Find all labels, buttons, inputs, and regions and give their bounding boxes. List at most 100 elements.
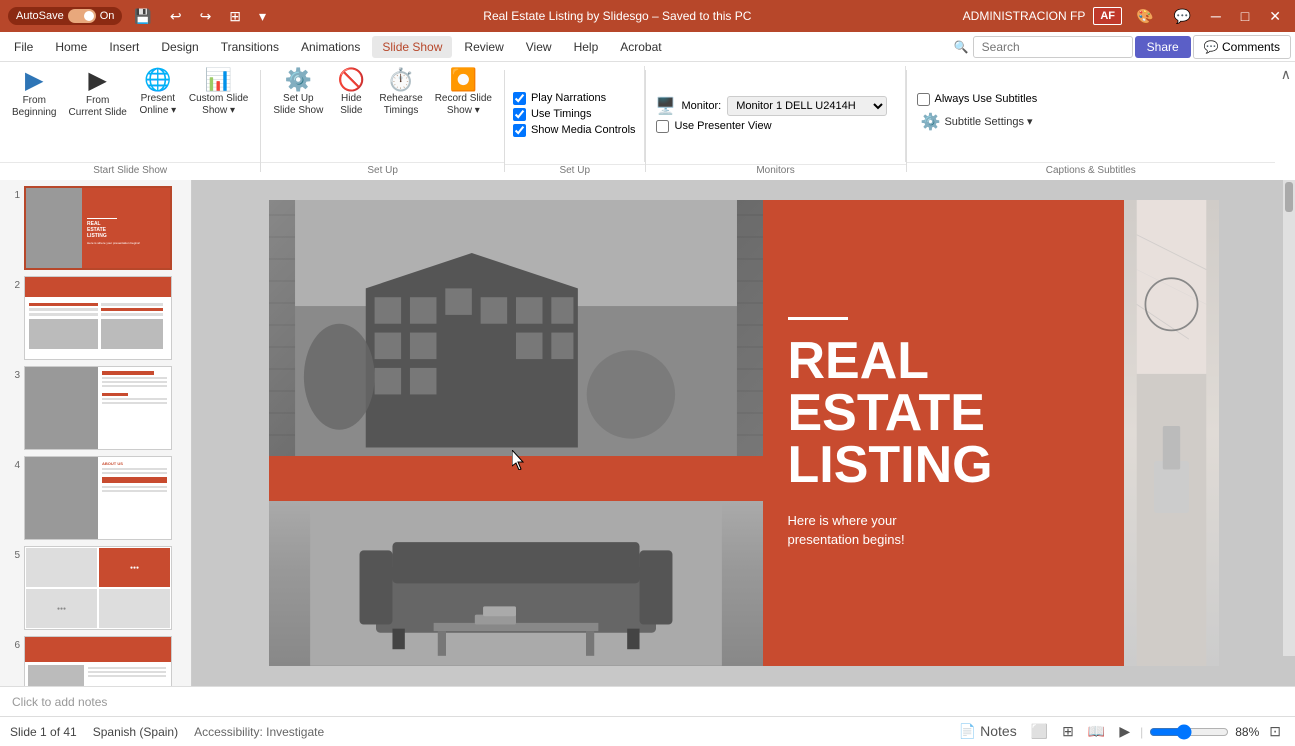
custom-slide-icon: 📊 (205, 69, 232, 91)
setup-slideshow-button[interactable]: ⚙️ Set UpSlide Show (267, 66, 329, 120)
rehearse-button[interactable]: ⏱️ RehearseTimings (373, 66, 428, 120)
menu-file[interactable]: File (4, 36, 43, 58)
setup-icon: ⚙️ (285, 69, 312, 91)
checkboxes-container: Play Narrations Use Timings Show Media C… (505, 66, 645, 162)
present-online-button[interactable]: 🌐 PresentOnline ▾ (133, 66, 183, 120)
slide-canvas[interactable]: REAL ESTATE LISTING Here is where yourpr… (269, 200, 1219, 666)
building-photo (269, 200, 763, 456)
menu-animations[interactable]: Animations (291, 36, 370, 58)
play-narrations-checkbox-row[interactable]: Play Narrations (513, 92, 636, 105)
hide-slide-label: HideSlide (340, 93, 362, 117)
menu-transitions[interactable]: Transitions (211, 36, 289, 58)
comments-button[interactable]: 💬 Comments (1193, 35, 1291, 59)
customize-button[interactable]: ▾ (253, 6, 272, 27)
list-item[interactable]: 1 REALESTATELISTING Here is where your p… (4, 184, 187, 272)
list-item[interactable]: 3 (4, 364, 187, 452)
slide-panel[interactable]: 1 REALESTATELISTING Here is where your p… (0, 180, 192, 686)
slide-thumb-5-cell4 (98, 588, 171, 629)
slide-thumb-4[interactable]: ABOUT US (24, 456, 172, 540)
show-media-controls-checkbox[interactable] (513, 124, 526, 137)
save-button[interactable]: 💾 (128, 6, 157, 27)
undo-button[interactable]: ↩ (164, 6, 188, 27)
list-item[interactable]: 5 ●●● ●●● (4, 544, 187, 632)
slide-thumb-2[interactable] (24, 276, 172, 360)
title-bar-left: AutoSave On 💾 ↩ ↪ ⊞ ▾ (8, 6, 272, 27)
slide-number-3: 3 (6, 370, 20, 381)
reading-view-button[interactable]: 📖 (1084, 721, 1109, 742)
close-button[interactable]: ✕ (1263, 6, 1287, 27)
list-item[interactable]: 6 (4, 634, 187, 686)
slide-thumb-3-line2 (102, 381, 167, 383)
slide-thumb-2-col1 (29, 301, 98, 349)
slide-thumb-4-line3 (102, 486, 167, 488)
normal-view-button[interactable]: ⬜ (1027, 721, 1052, 742)
monitor-select[interactable]: Monitor 1 DELL U2414H (727, 96, 887, 116)
vertical-scrollbar[interactable] (1283, 180, 1295, 656)
zoom-slider[interactable] (1149, 724, 1229, 740)
menu-insert[interactable]: Insert (99, 36, 149, 58)
share-button[interactable]: Share (1135, 36, 1191, 58)
title-bar: AutoSave On 💾 ↩ ↪ ⊞ ▾ Real Estate Listin… (0, 0, 1295, 32)
scrollbar-thumb[interactable] (1285, 182, 1293, 212)
slide-thumb-3[interactable] (24, 366, 172, 450)
subtitle-settings-button[interactable]: ⚙️ Subtitle Settings ▾ (917, 110, 1265, 134)
slide-right-section: REAL ESTATE LISTING Here is where yourpr… (763, 200, 1124, 666)
slide-title-underline (788, 317, 848, 320)
building-svg (269, 200, 763, 456)
show-media-controls-checkbox-row[interactable]: Show Media Controls (513, 124, 636, 137)
normal-view-icon: ⬜ (1031, 723, 1048, 739)
maximize-button[interactable]: □ (1235, 6, 1255, 26)
menu-review[interactable]: Review (454, 36, 513, 58)
hide-icon: 🚫 (338, 69, 365, 91)
minimize-button[interactable]: ─ (1205, 6, 1227, 26)
use-timings-checkbox-row[interactable]: Use Timings (513, 108, 636, 121)
notes-bar[interactable]: Click to add notes (0, 686, 1295, 716)
globe-icon: 🌐 (144, 69, 171, 91)
profile-badge[interactable]: AF (1093, 7, 1122, 25)
menu-home[interactable]: Home (45, 36, 97, 58)
slide-number-4: 4 (6, 460, 20, 471)
use-timings-checkbox[interactable] (513, 108, 526, 121)
list-item[interactable]: 4 ABOUT US (4, 454, 187, 542)
autosave-badge[interactable]: AutoSave On (8, 7, 122, 25)
play-narrations-checkbox[interactable] (513, 92, 526, 105)
search-input[interactable] (973, 36, 1133, 58)
slide-thumb-6[interactable] (24, 636, 172, 686)
list-item[interactable]: 2 (4, 274, 187, 362)
always-use-subtitles-checkbox[interactable] (917, 93, 930, 106)
menu-slideshow[interactable]: Slide Show (372, 36, 452, 58)
ribbon-toggle-button[interactable]: 🎨 (1130, 6, 1159, 27)
menu-design[interactable]: Design (151, 36, 208, 58)
from-beginning-button[interactable]: ▶ FromBeginning (6, 66, 62, 122)
slideshow-button[interactable]: ▶ (1115, 721, 1134, 742)
always-use-subtitles-row[interactable]: Always Use Subtitles (917, 93, 1265, 106)
slide-thumb-1[interactable]: REALESTATELISTING Here is where your pre… (24, 186, 172, 270)
setup-group-label: Set Up (261, 162, 504, 176)
autosave-toggle[interactable] (68, 9, 96, 23)
slide-thumb-1-sub: Here is where your presentation begins! (87, 241, 165, 245)
slide-number-6: 6 (6, 640, 20, 651)
status-right: 📄 Notes ⬜ ⊞ 📖 ▶ | 88% ⊡ (955, 721, 1285, 742)
menu-view[interactable]: View (516, 36, 562, 58)
from-current-button[interactable]: ▶ FromCurrent Slide (62, 66, 132, 122)
slide-thumb-1-line (87, 218, 117, 219)
feedback-button[interactable]: 💬 (1167, 6, 1196, 27)
presenter-view-checkbox[interactable] (656, 120, 669, 133)
slide-sorter-button[interactable]: ⊞ (1058, 721, 1078, 742)
collapse-ribbon-button[interactable]: ∧ (1281, 66, 1291, 83)
search-icon: 🔍 (954, 40, 969, 54)
slide-thumb-3-line5 (102, 402, 167, 404)
custom-slideshow-button[interactable]: 📊 Custom SlideShow ▾ (183, 66, 254, 120)
slide-title-line3: LISTING (788, 439, 1099, 491)
menu-acrobat[interactable]: Acrobat (610, 36, 671, 58)
notes-button[interactable]: 📄 Notes (955, 721, 1021, 742)
monitors-container: 🖥️ Monitor: Monitor 1 DELL U2414H Use Pr… (646, 66, 906, 162)
record-slideshow-button[interactable]: ⏺️ Record SlideShow ▾ (429, 66, 498, 120)
hide-slide-button[interactable]: 🚫 HideSlide (329, 66, 373, 120)
slide-thumb-5[interactable]: ●●● ●●● (24, 546, 172, 630)
fit-slide-button[interactable]: ⊡ (1265, 721, 1285, 742)
menu-help[interactable]: Help (564, 36, 609, 58)
redo-button[interactable]: ↪ (194, 6, 218, 27)
sofa-image (269, 501, 763, 666)
presentation-mode-button[interactable]: ⊞ (223, 6, 247, 27)
